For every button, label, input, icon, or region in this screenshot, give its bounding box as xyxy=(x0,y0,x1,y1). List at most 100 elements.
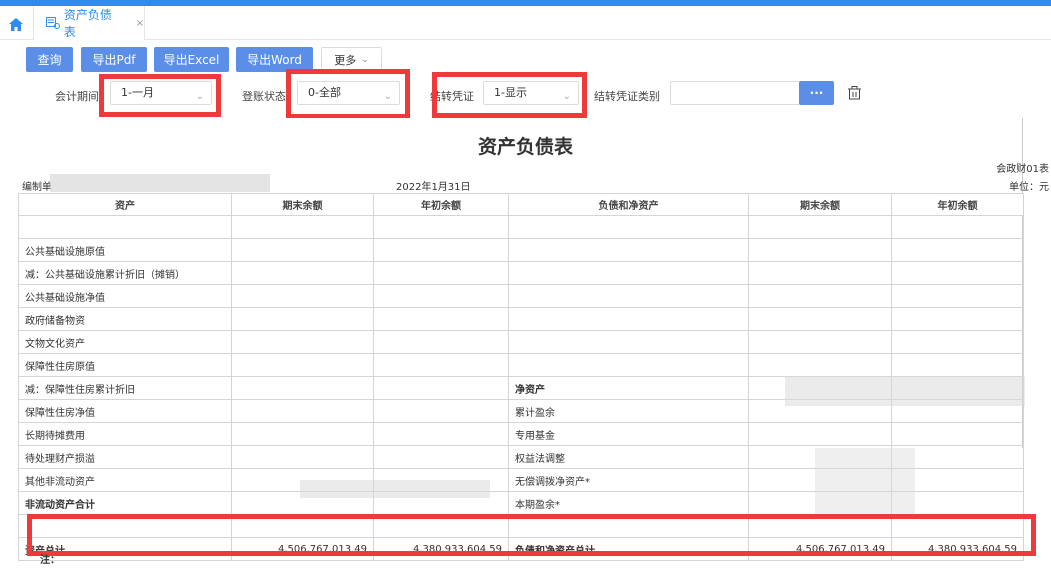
asset-name-cell: 公共基础设施净值 xyxy=(18,284,232,308)
asset-name-cell: 长期待摊费用 xyxy=(18,422,232,446)
company-label: 编制单 xyxy=(22,182,52,193)
liability-begin-cell xyxy=(891,422,1024,446)
asset-name-cell: 保障性住房净值 xyxy=(18,399,232,423)
tab-balance-sheet[interactable]: 资产负债表 × xyxy=(33,6,145,40)
liability-end-cell xyxy=(748,353,892,377)
report-title: 资产负债表 xyxy=(477,136,573,158)
liability-name-cell: 本期盈余* xyxy=(508,491,749,515)
asset-begin-cell xyxy=(373,215,509,239)
asset-begin-cell xyxy=(373,330,509,354)
liability-name-cell: 无偿调拨净资产* xyxy=(508,468,749,492)
asset-name-cell: 文物文化资产 xyxy=(18,330,232,354)
table-row: 政府储备物资 xyxy=(18,307,1024,331)
export-excel-button[interactable]: 导出Excel xyxy=(154,47,229,72)
liability-name-cell xyxy=(508,215,749,239)
table-row: 长期待摊费用 专用基金 xyxy=(18,422,1024,446)
column-header: 负债和净资产 xyxy=(508,193,749,216)
asset-begin-cell xyxy=(373,238,509,262)
highlight-period xyxy=(99,74,221,117)
asset-begin-cell xyxy=(373,284,509,308)
report-code: 会政财01表 xyxy=(996,164,1049,175)
asset-name-cell: 政府储备物资 xyxy=(18,307,232,331)
redacted-company xyxy=(50,174,270,192)
browse-button[interactable]: ··· xyxy=(799,81,834,105)
liability-name-cell xyxy=(508,330,749,354)
asset-end-cell xyxy=(231,215,374,239)
asset-end-cell xyxy=(231,353,374,377)
liability-name-cell xyxy=(508,238,749,262)
column-header: 期末余额 xyxy=(748,193,892,216)
asset-name-cell: 公共基础设施原值 xyxy=(18,238,232,262)
asset-begin-cell xyxy=(373,399,509,423)
report-date: 2022年1月31日 xyxy=(396,182,471,193)
highlight-carry xyxy=(432,72,587,118)
status-label: 登账状态 xyxy=(242,90,286,103)
asset-begin-cell xyxy=(373,353,509,377)
liability-end-cell xyxy=(748,284,892,308)
asset-end-cell xyxy=(231,330,374,354)
liability-begin-cell xyxy=(891,238,1024,262)
asset-name-cell: 保障性住房原值 xyxy=(18,353,232,377)
liability-end-cell xyxy=(748,307,892,331)
column-header: 期末余额 xyxy=(231,193,374,216)
carry-type-input[interactable] xyxy=(670,81,800,105)
liability-end-cell xyxy=(748,330,892,354)
table-header: 资产 期末余额 年初余额 负债和净资产 期末余额 年初余额 xyxy=(18,193,1024,216)
table-row: 保障性住房原值 xyxy=(18,353,1024,377)
chevron-down-icon: ⌄ xyxy=(361,54,369,65)
period-label: 会计期间 xyxy=(55,90,99,103)
highlight-totals xyxy=(27,514,1036,556)
table-row: 减：公共基础设施累计折旧（摊销） xyxy=(18,261,1024,285)
asset-begin-cell xyxy=(373,422,509,446)
liability-name-cell: 累计盈余 xyxy=(508,399,749,423)
report-tab-icon xyxy=(46,17,60,29)
home-icon[interactable] xyxy=(5,14,27,34)
liability-begin-cell xyxy=(891,307,1024,331)
liability-name-cell: 净资产 xyxy=(508,376,749,400)
liability-end-cell xyxy=(748,261,892,285)
table-row xyxy=(18,215,1024,239)
query-button[interactable]: 查询 xyxy=(26,47,73,72)
liability-name-cell: 权益法调整 xyxy=(508,445,749,469)
column-header: 年初余额 xyxy=(891,193,1024,216)
asset-end-cell xyxy=(231,376,374,400)
asset-name-cell: 其他非流动资产 xyxy=(18,468,232,492)
redacted-values xyxy=(785,376,1025,406)
liability-begin-cell xyxy=(891,353,1024,377)
asset-name-cell xyxy=(18,215,232,239)
asset-begin-cell xyxy=(373,261,509,285)
carry-type-label: 结转凭证类别 xyxy=(594,90,660,103)
asset-end-cell xyxy=(231,422,374,446)
liability-name-cell xyxy=(508,284,749,308)
asset-end-cell xyxy=(231,261,374,285)
asset-end-cell xyxy=(231,238,374,262)
liability-name-cell xyxy=(508,261,749,285)
redacted-values xyxy=(815,448,915,518)
close-icon[interactable]: × xyxy=(136,18,144,29)
redacted-values xyxy=(300,480,490,498)
clear-icon[interactable] xyxy=(848,86,862,100)
liability-begin-cell xyxy=(891,284,1024,308)
asset-name-cell: 非流动资产合计 xyxy=(18,491,232,515)
liability-name-cell xyxy=(508,353,749,377)
table-row: 文物文化资产 xyxy=(18,330,1024,354)
liability-begin-cell xyxy=(891,330,1024,354)
liability-end-cell xyxy=(748,215,892,239)
liability-end-cell xyxy=(748,422,892,446)
export-pdf-button[interactable]: 导出Pdf xyxy=(81,47,147,72)
tab-label: 资产负债表 xyxy=(63,8,112,39)
asset-end-cell xyxy=(231,284,374,308)
table-row: 公共基础设施原值 xyxy=(18,238,1024,262)
asset-name-cell: 减：保障性住房累计折旧 xyxy=(18,376,232,400)
table-row: 公共基础设施净值 xyxy=(18,284,1024,308)
asset-begin-cell xyxy=(373,376,509,400)
report-unit: 单位：元 xyxy=(1009,182,1049,193)
liability-begin-cell xyxy=(891,215,1024,239)
more-label: 更多 xyxy=(334,53,357,67)
asset-begin-cell xyxy=(373,307,509,331)
asset-end-cell xyxy=(231,399,374,423)
column-header: 年初余额 xyxy=(373,193,509,216)
asset-end-cell xyxy=(231,445,374,469)
highlight-status xyxy=(286,69,410,119)
asset-begin-cell xyxy=(373,445,509,469)
